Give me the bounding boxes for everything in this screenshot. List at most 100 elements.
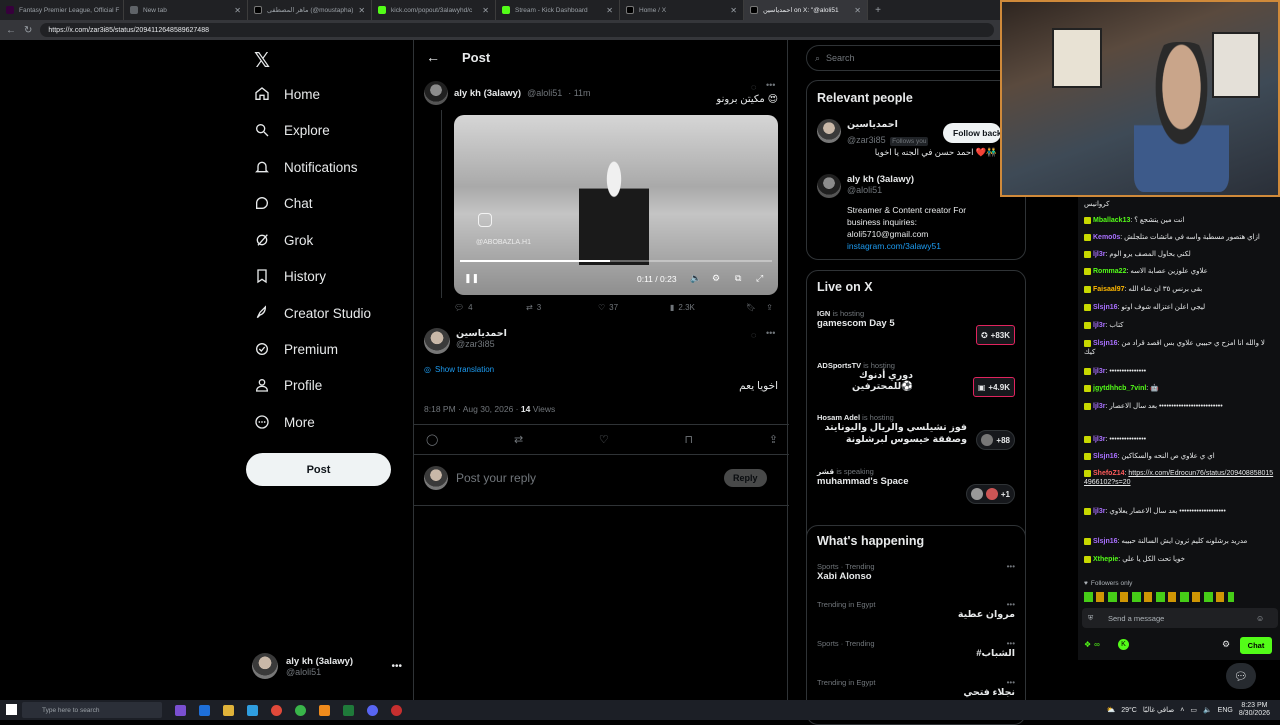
trend-item[interactable]: Sports · TrendingXabi Alonso••• xyxy=(817,562,1015,582)
nav-item-profile[interactable]: Profile xyxy=(254,377,322,393)
video-progress-track[interactable] xyxy=(460,260,772,262)
live-listeners-badge[interactable]: ▣+4.9K xyxy=(973,377,1015,397)
volume-icon[interactable]: 🔈 xyxy=(1203,706,1212,714)
url-input[interactable]: https://x.com/zar3i85/status/20941126485… xyxy=(40,23,994,37)
grok-icon[interactable]: ◌ xyxy=(751,82,756,92)
chat-username[interactable]: Romma22 xyxy=(1093,268,1126,275)
grok-icon[interactable]: ◌ xyxy=(751,330,756,340)
share-icon[interactable]: ⇪ xyxy=(766,303,773,312)
language-indicator[interactable]: ENG xyxy=(1218,707,1233,714)
chat-username[interactable]: ljl3r xyxy=(1093,403,1105,410)
like-action[interactable]: ♡37 xyxy=(598,303,670,312)
kick-k-icon[interactable]: K xyxy=(1118,639,1129,650)
channel-points[interactable]: ❖∞ xyxy=(1084,640,1100,649)
search-input[interactable]: ⌕Search xyxy=(806,45,1026,71)
browser-tab[interactable]: ماهر المصطفى (@moustapha)✕ xyxy=(248,0,372,20)
chat-username[interactable]: Xthepie xyxy=(1093,556,1118,563)
fullscreen-icon[interactable]: ⤢ xyxy=(756,273,763,284)
vlc-icon[interactable] xyxy=(319,705,330,716)
chat-username[interactable]: ljl3r xyxy=(1093,322,1105,329)
network-icon[interactable]: ▭ xyxy=(1190,706,1197,714)
chat-username[interactable]: ljl3r xyxy=(1093,436,1105,443)
bookmark-icon[interactable]: 🔖︎ xyxy=(746,303,756,312)
reload-icon[interactable]: ↻ xyxy=(24,25,32,36)
chat-bubble-icon[interactable]: 💬︎ xyxy=(1226,663,1256,689)
close-tab-icon[interactable]: ✕ xyxy=(482,6,489,15)
browser-tab[interactable]: New tab✕ xyxy=(124,0,248,20)
views-action[interactable]: ▮2.3K xyxy=(670,303,740,312)
back-arrow-icon[interactable]: ← xyxy=(6,25,16,36)
settings-gear-icon[interactable]: ⚙ xyxy=(712,273,720,284)
close-tab-icon[interactable]: ✕ xyxy=(730,6,737,15)
follow-back-button[interactable]: Follow back xyxy=(943,123,1001,143)
browser-tab[interactable]: Fantasy Premier League, Official F✕ xyxy=(0,0,124,20)
more-dots-icon[interactable]: ••• xyxy=(1007,639,1015,648)
close-tab-icon[interactable]: ✕ xyxy=(854,6,861,15)
reply-input[interactable]: Post your reply xyxy=(456,471,716,485)
trend-item[interactable]: Trending in Egyptنجلاء فتحي••• xyxy=(817,678,1015,698)
avatar[interactable] xyxy=(424,81,448,105)
nav-item-creator-studio[interactable]: Creator Studio xyxy=(254,305,371,321)
nav-item-chat[interactable]: Chat xyxy=(254,195,313,211)
live-item[interactable]: قشر is speaking muhammad's Space xyxy=(817,467,967,487)
chat-input[interactable]: Send a message xyxy=(1082,608,1278,628)
chat-username[interactable]: Slsjn16 xyxy=(1093,453,1118,460)
show-translation-link[interactable]: ◎Show translation xyxy=(424,365,494,374)
author-name[interactable]: aly kh (3alawy) xyxy=(454,88,521,99)
reply-action[interactable]: 💬︎4 xyxy=(454,303,526,312)
obs-icon[interactable] xyxy=(391,705,402,716)
chat-username[interactable]: ljl3r xyxy=(1093,508,1105,515)
chat-username[interactable]: ljl3r xyxy=(1093,368,1105,375)
nav-item-home[interactable]: Home xyxy=(254,86,320,102)
live-item[interactable]: ADSportsTV is hosting دوري أدنوك للمحترف… xyxy=(817,361,967,392)
pip-icon[interactable]: ⧉ xyxy=(735,273,741,284)
bio-link[interactable]: instagram.com/3alawy51 xyxy=(847,240,995,252)
pause-icon[interactable]: ❚❚ xyxy=(464,273,479,284)
chat-username[interactable]: Mballack13 xyxy=(1093,217,1130,224)
chat-username[interactable]: jgytdhhcb_7vinl xyxy=(1093,385,1146,392)
app-icon[interactable] xyxy=(247,705,258,716)
emote-bar[interactable] xyxy=(1084,592,1234,602)
nav-item-history[interactable]: History xyxy=(254,268,326,284)
more-dots-icon[interactable]: ••• xyxy=(1007,600,1015,609)
person-row[interactable]: احمدياسين @zar3i85 Follows you xyxy=(817,119,928,148)
clock[interactable]: 8:23 PM8/30/2026 xyxy=(1239,702,1270,718)
person-row[interactable]: aly kh (3alawy) @aloli51 xyxy=(817,174,914,198)
trend-item[interactable]: Trending in Egyptمروان عطية••• xyxy=(817,600,1015,620)
live-listeners-badge[interactable]: +1 xyxy=(966,484,1015,504)
nav-item-more[interactable]: More xyxy=(254,414,315,430)
chat-username[interactable]: Slsjn16 xyxy=(1093,340,1118,347)
file-explorer-icon[interactable] xyxy=(223,705,234,716)
heart-icon[interactable]: ♡ xyxy=(599,433,609,446)
browser-tab-active[interactable]: احمدياسين on X: "@aloli51✕ xyxy=(744,0,868,20)
post-button[interactable]: Post xyxy=(246,453,391,486)
more-dots-icon[interactable]: ••• xyxy=(766,328,775,338)
chat-username[interactable]: Kemo0s xyxy=(1093,234,1120,241)
more-dots-icon[interactable]: ••• xyxy=(1007,562,1015,571)
windows-start-icon[interactable] xyxy=(6,704,17,715)
settings-gear-icon[interactable]: ⚙ xyxy=(1222,639,1230,650)
trend-item[interactable]: Sports · Trending#الشباب••• xyxy=(817,639,1015,659)
reply-button[interactable]: Reply xyxy=(724,469,767,487)
live-listeners-badge[interactable]: +88 xyxy=(976,430,1015,450)
author-handle[interactable]: @zar3i85 xyxy=(456,339,507,349)
reply-icon[interactable]: ◯ xyxy=(426,433,438,446)
chrome-icon[interactable] xyxy=(271,705,282,716)
discord-icon[interactable] xyxy=(367,705,378,716)
more-dots-icon[interactable]: ••• xyxy=(1007,678,1015,687)
account-switcher[interactable]: aly kh (3alawy) @aloli51 ••• xyxy=(252,653,402,679)
live-listeners-badge[interactable]: ✪+83K xyxy=(976,325,1015,345)
chat-username[interactable]: ShefoZ14 xyxy=(1093,470,1125,477)
app-icon[interactable] xyxy=(175,705,186,716)
nav-item-notifications[interactable]: Notifications xyxy=(254,159,358,175)
x-logo-icon[interactable]: 𝕏 xyxy=(254,48,270,73)
close-tab-icon[interactable]: ✕ xyxy=(606,6,613,15)
chevron-up-icon[interactable]: ˄ xyxy=(1180,707,1184,714)
app-icon[interactable] xyxy=(199,705,210,716)
live-item[interactable]: IGN is hosting gamescom Day 5 xyxy=(817,309,967,329)
chat-username[interactable]: ljl3r xyxy=(1093,251,1105,258)
close-tab-icon[interactable]: ✕ xyxy=(358,6,365,15)
edge-icon[interactable] xyxy=(295,705,306,716)
nav-item-explore[interactable]: Explore xyxy=(254,122,330,138)
video-player[interactable]: @ABOBAZLA.H1 ❚❚ 0:11 / 0:23 🔈 ⚙ ⧉ ⤢ xyxy=(454,115,778,295)
